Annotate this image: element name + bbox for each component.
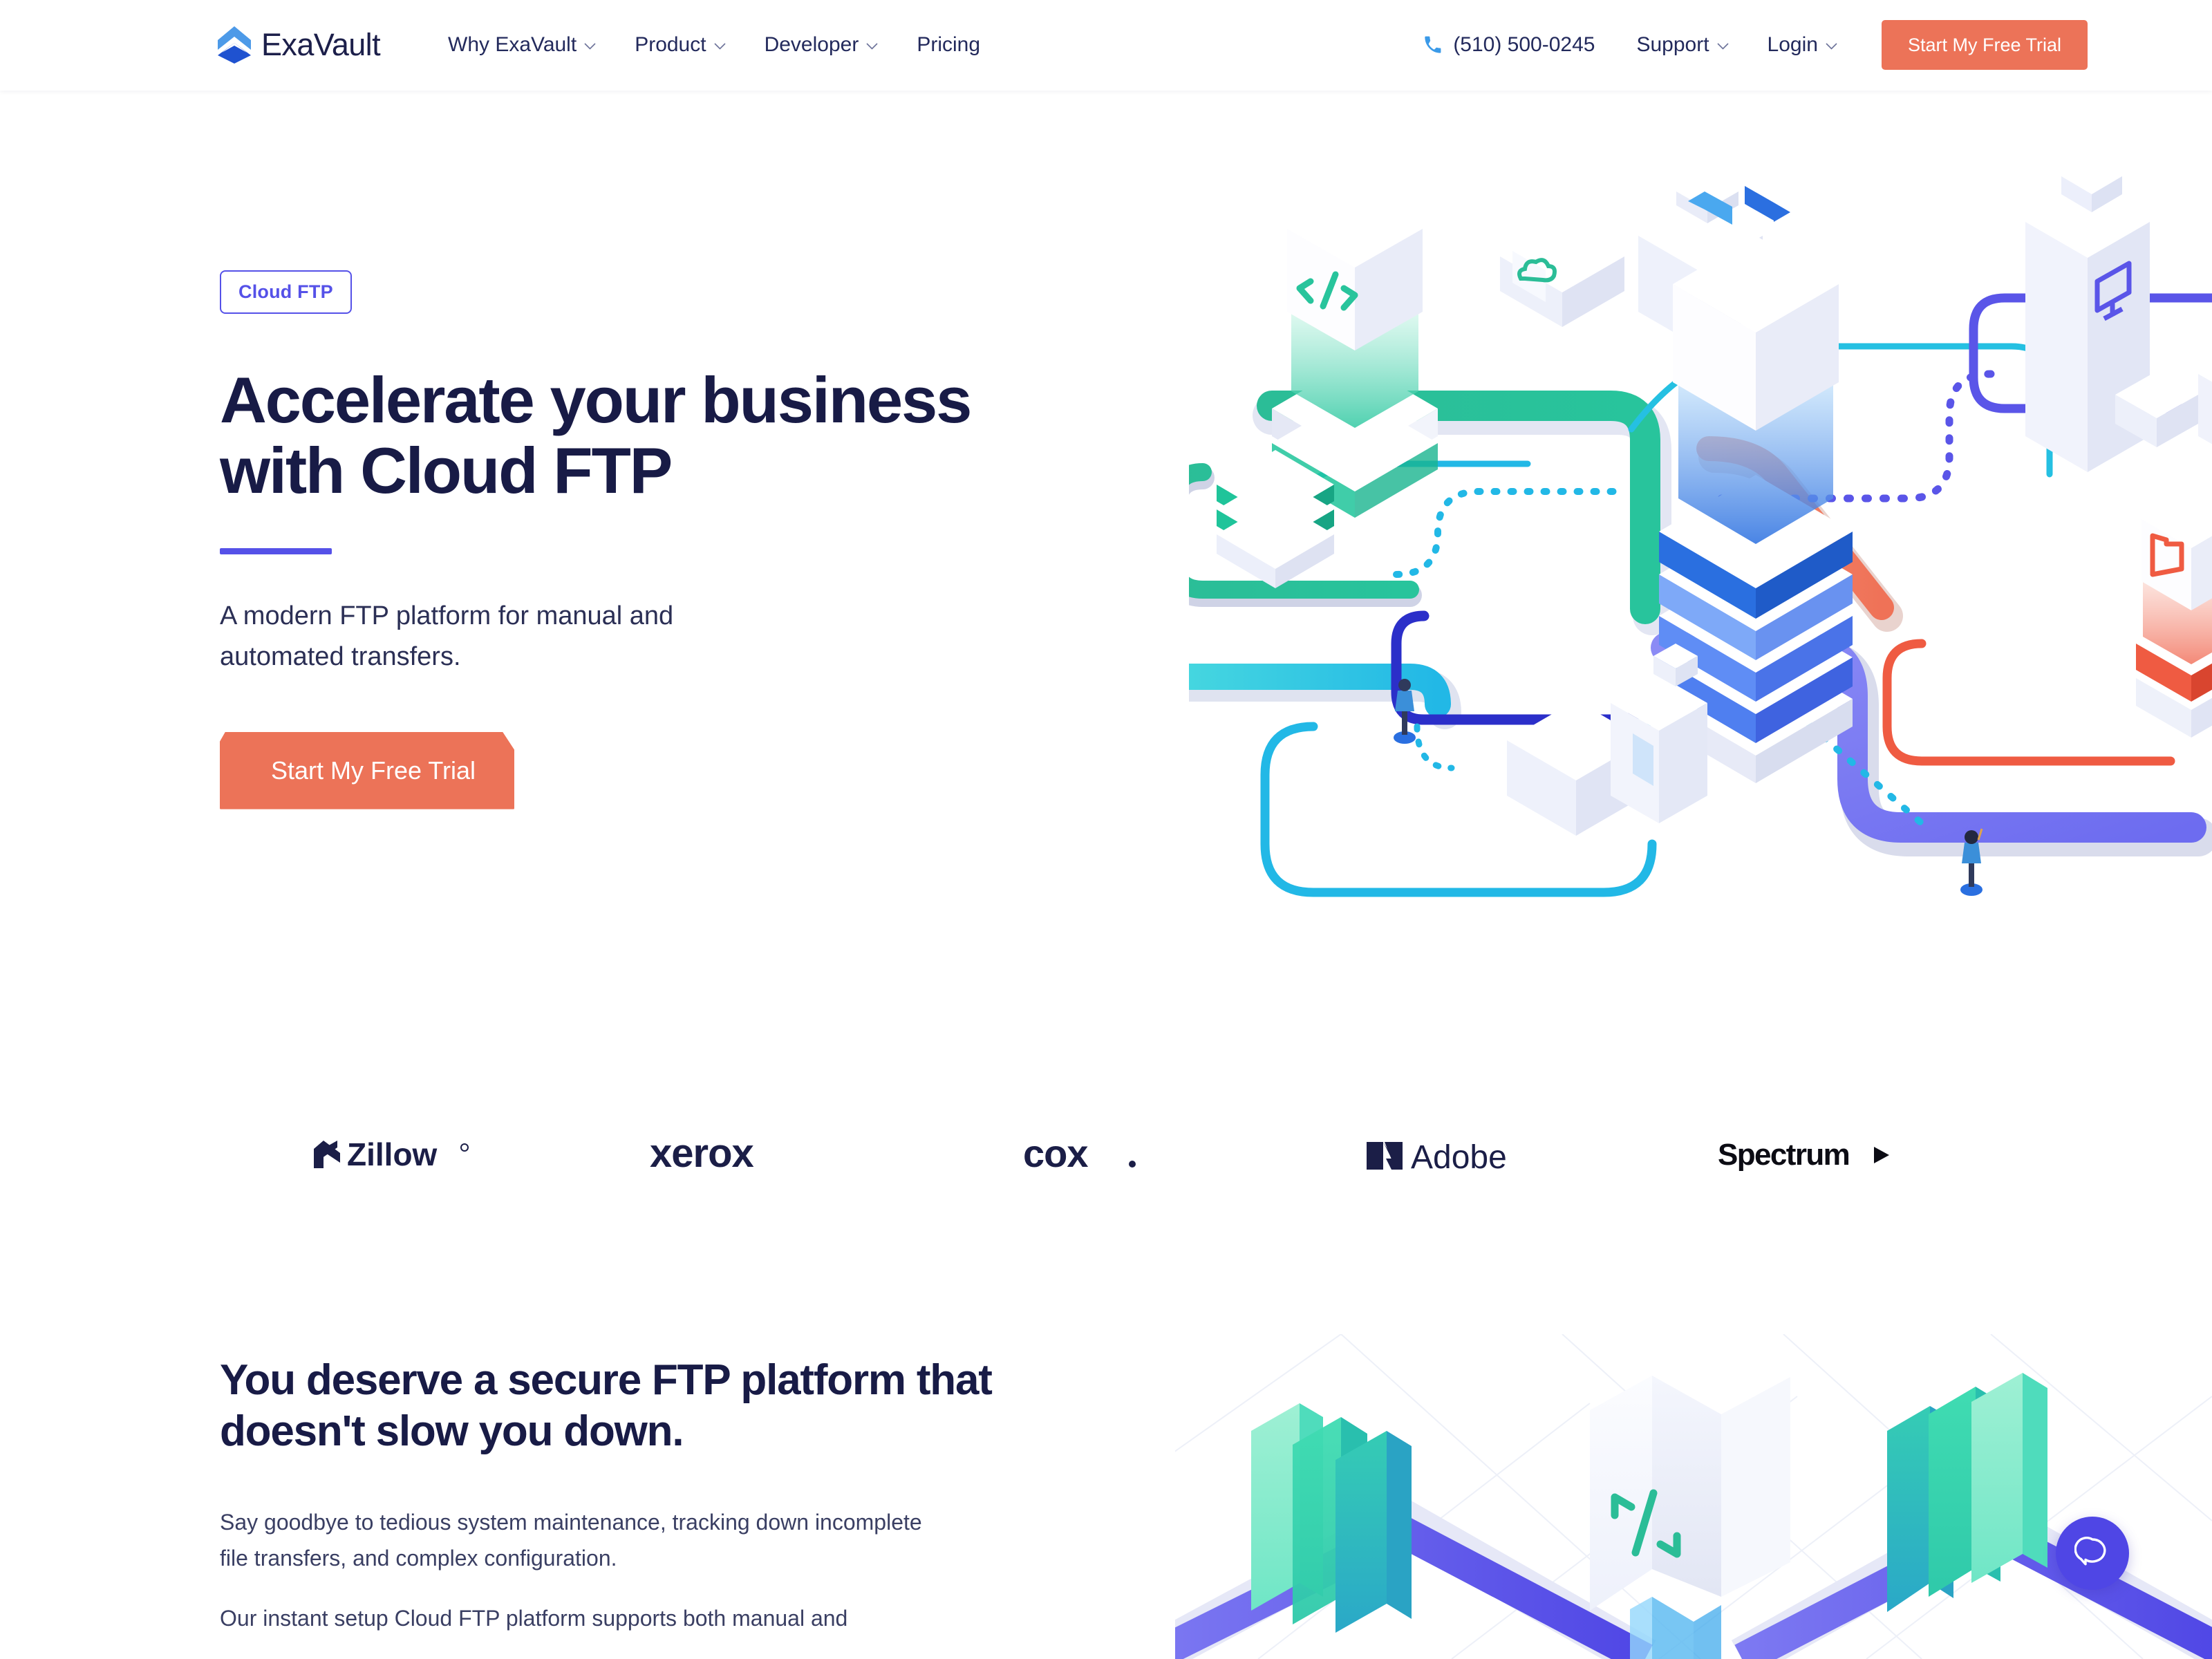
- header-actions: (510) 500-0245 Support Login Start My Fr…: [1423, 14, 2088, 76]
- lower-illustration: [1175, 1334, 2212, 1659]
- hero-heading-line2: with Cloud FTP: [220, 433, 673, 507]
- chevron-down-icon: [714, 43, 726, 50]
- svg-text:Spectrum: Spectrum: [1718, 1138, 1849, 1172]
- header-start-free-trial-button[interactable]: Start My Free Trial: [1881, 20, 2088, 70]
- nav-label: Pricing: [917, 33, 981, 56]
- hero-heading-line1: Accelerate your business: [220, 364, 972, 436]
- hero-subtext: A modern FTP platform for manual and aut…: [220, 596, 842, 678]
- nav-label: Why ExaVault: [448, 33, 577, 56]
- logo-xerox: xerox xerox: [650, 1092, 809, 1217]
- nav-item-product[interactable]: Product: [615, 30, 744, 59]
- hero-heading: Accelerate your business with Cloud FTP: [220, 365, 1208, 505]
- svg-text:Zillow: Zillow: [347, 1136, 438, 1172]
- customer-logo-bar: Zillow Zillow xerox xerox cox COX: [0, 1092, 2212, 1217]
- chevron-down-icon: [1826, 43, 1837, 50]
- chevron-down-icon: [584, 43, 596, 50]
- phone-icon: [1423, 35, 1443, 55]
- logo-adobe: Adobe Adobe: [1365, 1092, 1517, 1217]
- hero-start-free-trial-button[interactable]: Start My Free Trial: [220, 731, 515, 809]
- exavault-chevron-logo-icon: [217, 25, 252, 65]
- hero-illustration: [1189, 132, 2212, 1024]
- lower-paragraph-1-line1: Say goodbye to tedious system maintenanc…: [220, 1509, 922, 1535]
- phone-link[interactable]: (510) 500-0245: [1423, 33, 1617, 57]
- svg-text:xerox: xerox: [650, 1135, 754, 1174]
- lower-heading: You deserve a secure FTP platform that d…: [220, 1355, 1118, 1458]
- lower-heading-line2: doesn't slow you down.: [220, 1407, 684, 1456]
- logo-zillow: Zillow Zillow: [311, 1092, 471, 1217]
- nav-label: Developer: [764, 33, 859, 56]
- lower-paragraph-1: Say goodbye to tedious system maintenanc…: [220, 1505, 1035, 1577]
- login-label: Login: [1767, 33, 1818, 56]
- nav-item-pricing[interactable]: Pricing: [897, 30, 1000, 59]
- lower-paragraph-2: Our instant setup Cloud FTP platform sup…: [220, 1601, 1035, 1637]
- lower-paragraph-1-line2: file transfers, and complex configuratio…: [220, 1545, 617, 1571]
- support-label: Support: [1636, 33, 1709, 56]
- logo-cox: cox COX: [1023, 1092, 1141, 1217]
- brand-name: ExaVault: [261, 27, 381, 62]
- page-root: ExaVault Why ExaVault Product Developer: [0, 0, 2212, 1659]
- lower-heading-line1: You deserve a secure FTP platform that: [220, 1356, 993, 1404]
- hero-divider-rule: [220, 548, 332, 555]
- hero-subtext-line1: A modern FTP platform for manual and: [220, 601, 674, 631]
- chevron-down-icon: [866, 43, 878, 50]
- chat-widget-button[interactable]: [2056, 1517, 2129, 1590]
- login-menu[interactable]: Login: [1748, 33, 1857, 57]
- phone-number: (510) 500-0245: [1453, 33, 1595, 56]
- svg-text:Adobe: Adobe: [1411, 1139, 1507, 1174]
- hero-copy: Cloud FTP Accelerate your business with …: [220, 270, 1257, 809]
- lower-paragraph-2-line1: Our instant setup Cloud FTP platform sup…: [220, 1606, 848, 1631]
- brand-logo-link[interactable]: ExaVault: [217, 25, 381, 65]
- chevron-down-icon: [1716, 43, 1729, 50]
- svg-text:cox: cox: [1023, 1135, 1088, 1174]
- primary-nav: Why ExaVault Product Developer Pricing: [429, 30, 1000, 59]
- nav-item-developer[interactable]: Developer: [745, 30, 898, 59]
- chat-bubble-icon: [2074, 1534, 2110, 1573]
- hero-section: Cloud FTP Accelerate your business with …: [0, 91, 2212, 1024]
- support-menu[interactable]: Support: [1617, 33, 1747, 57]
- nav-label: Product: [635, 33, 706, 56]
- lower-copy: You deserve a secure FTP platform that d…: [220, 1355, 1118, 1637]
- hero-subtext-line2: automated transfers.: [220, 642, 461, 672]
- hero-badge[interactable]: Cloud FTP: [220, 270, 352, 314]
- nav-item-why-exavault[interactable]: Why ExaVault: [429, 30, 615, 59]
- site-header: ExaVault Why ExaVault Product Developer: [0, 0, 2212, 91]
- logo-spectrum: Spectrum Spectrum: [1718, 1092, 1889, 1217]
